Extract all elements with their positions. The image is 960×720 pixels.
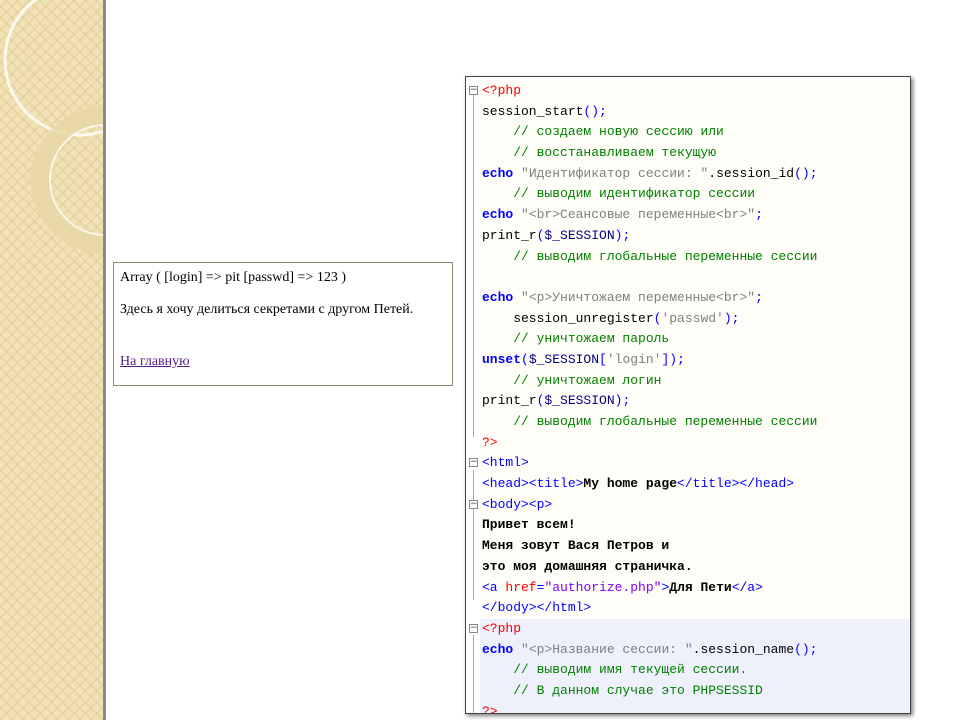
code-line: echo "<p>Уничтожаем переменные<br>"; — [482, 289, 763, 305]
code-line: <head><title>My home page</title></head> — [482, 476, 795, 492]
code-line: echo "<br>Сеансовые переменные<br>"; — [482, 207, 763, 223]
code-line: unset($_SESSION['login']); — [482, 351, 685, 367]
code-line: </body></html> — [482, 600, 592, 616]
code-line: Привет всем! — [482, 517, 576, 533]
code-line: // восстанавливаем текущую — [482, 145, 717, 161]
decorative-side-strip — [0, 0, 106, 720]
fold-toggle-icon[interactable]: − — [469, 458, 478, 468]
code-line: Меня зовут Вася Петров и — [482, 538, 670, 554]
code-editor: − <?php session_start(); // создаем новую… — [465, 76, 911, 714]
decorative-circles — [3, 0, 103, 254]
code-line: − <?php — [469, 83, 522, 98]
code-line: // В данном случае это PHPSESSID — [480, 680, 910, 702]
home-link[interactable]: На главную — [120, 354, 190, 369]
code-line: ?> — [482, 434, 498, 450]
code-line: <a href="authorize.php">Для Пети</a> — [482, 579, 763, 595]
code-line: print_r($_SESSION); — [482, 393, 631, 409]
code-line: // выводим имя текущей сессии. — [480, 660, 910, 681]
code-line: print_r($_SESSION); — [482, 227, 631, 243]
code-line: // уничтожаем логин — [482, 372, 662, 388]
secret-message-line: Здесь я хочу делиться секретами с другом… — [120, 302, 414, 317]
code-line: // выводим глобальные переменные сессии — [482, 248, 818, 264]
code-line: echo "<p>Название сессии: ".session_name… — [480, 639, 910, 661]
code-line: session_unregister('passwd'); — [482, 310, 740, 326]
code-line: это моя домашняя страничка. — [482, 558, 693, 574]
code-line: // уничтожаем пароль — [482, 331, 670, 347]
browser-output-panel: Array ( [login] => pit [passwd] => 123 )… — [113, 262, 453, 386]
code-line: − <html> — [469, 455, 529, 471]
fold-toggle-icon[interactable]: − — [469, 86, 478, 95]
code-line: // выводим глобальные переменные сессии — [482, 414, 818, 429]
code-line: session_start(); — [482, 103, 607, 119]
code-line: ?> — [480, 701, 910, 713]
code-line: // выводим идентификатор сессии — [482, 186, 756, 202]
code-line: − <?php — [469, 618, 910, 640]
code-line: − <body><p> — [469, 496, 553, 512]
code-line: echo "Идентификатор сессии: ".session_id… — [482, 165, 818, 181]
array-output-line: Array ( [login] => pit [passwd] => 123 ) — [120, 270, 346, 285]
code-line: // создаем новую сессию или — [482, 124, 724, 140]
fold-toggle-icon[interactable]: − — [469, 499, 478, 509]
code-area: − <?php session_start(); // создаем новую… — [469, 81, 910, 713]
fold-toggle-icon[interactable]: − — [469, 623, 478, 633]
